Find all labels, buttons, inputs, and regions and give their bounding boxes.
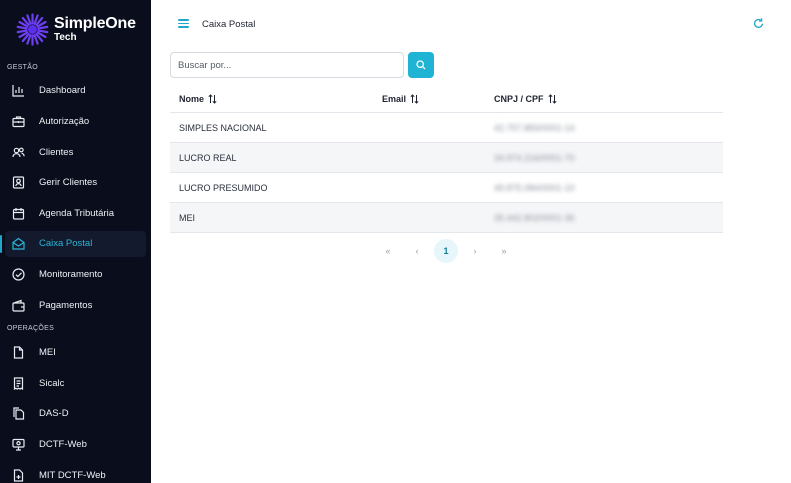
check-circle-icon [12,268,25,281]
first-page-button[interactable]: « [376,239,400,263]
sidebar-item-caixa-postal[interactable]: Caixa Postal [0,231,146,257]
search-input[interactable] [170,52,404,78]
table-row[interactable]: SIMPLES NACIONAL 42.757.883/0001-14 [170,113,723,143]
brand-name: SimpleOne [54,15,136,32]
brand-logo[interactable]: SimpleOne Tech [16,13,146,49]
sidebar-item-label: Gerir Clientes [39,177,98,188]
file-icon [13,346,24,359]
column-header-label: Email [382,94,407,104]
sidebar-item-label: Autorização [39,116,90,127]
column-header-cnpj-cpf[interactable]: CNPJ / CPF [494,94,557,104]
table-row[interactable]: LUCRO REAL 34.974.216/0001-70 [170,143,723,173]
files-icon [13,407,25,420]
sidebar-item-gerir-clientes[interactable]: Gerir Clientes [5,170,146,196]
contact-card-icon [12,176,25,189]
mail-open-icon [12,237,25,250]
search-button[interactable] [408,52,434,78]
sort-icon [547,94,557,104]
sidebar-item-label: MIT DCTF-Web [39,470,106,481]
search-icon [416,60,426,70]
next-page-button[interactable]: › [463,239,487,263]
sidebar-item-label: Dashboard [39,85,86,96]
bar-chart-icon [12,85,24,97]
sort-icon [410,94,419,104]
sidebar-item-sicalc[interactable]: Sicalc [5,371,146,397]
sidebar-item-label: Agenda Tributária [39,208,114,219]
calendar-icon [12,208,25,220]
table-row[interactable]: LUCRO PRESUMIDO 49.875.084/0001-10 [170,173,723,203]
briefcase-icon [12,116,25,128]
column-header-label: Nome [179,94,205,104]
sidebar-item-pagamentos[interactable]: Pagamentos [5,293,146,319]
page-title: Caixa Postal [202,19,256,30]
table-row[interactable]: MEI 35.442.802/0001-36 [170,203,723,233]
column-header-nome[interactable]: Nome [179,94,217,104]
sidebar-item-das-d[interactable]: DAS-D [5,401,146,427]
cell-cnpj: 42.757.883/0001-14 [494,123,575,133]
brand-sub: Tech [54,32,77,43]
page-button-current[interactable]: 1 [434,239,458,263]
sidebar-item-label: Clientes [39,147,74,158]
file-plus-icon [13,469,24,482]
cell-nome: SIMPLES NACIONAL [179,123,267,133]
menu-toggle-icon[interactable] [178,19,189,28]
sidebar-item-label: Monitoramento [39,269,103,280]
last-page-button[interactable]: » [492,239,516,263]
refresh-icon[interactable] [753,18,764,29]
sidebar-item-dashboard[interactable]: Dashboard [5,78,146,104]
cell-nome: LUCRO REAL [179,153,237,163]
sidebar-item-label: Caixa Postal [39,238,93,249]
sidebar-item-label: MEI [39,347,56,358]
sidebar-item-label: Pagamentos [39,300,93,311]
cell-cnpj: 49.875.084/0001-10 [494,183,575,193]
wallet-icon [12,299,25,312]
users-icon [12,147,25,158]
column-header-email[interactable]: Email [382,94,419,104]
column-header-label: CNPJ / CPF [494,94,544,104]
receipt-icon [13,377,24,390]
section-label-gestao: GESTÃO [7,64,38,71]
cell-nome: LUCRO PRESUMIDO [179,183,268,193]
sidebar-item-mit-dctf-web[interactable]: MIT DCTF-Web [5,463,146,483]
sidebar-item-monitoramento[interactable]: Monitoramento [5,262,146,288]
sidebar-item-dctf-web[interactable]: DCTF-Web [5,432,146,458]
clients-table: Nome Email CNPJ / CPF SIMPLES NACIONAL 4… [170,84,723,233]
sidebar-item-clientes[interactable]: Clientes [5,140,146,166]
cell-nome: MEI [179,213,196,223]
sidebar-item-label: Sicalc [39,378,65,389]
sidebar-item-label: DAS-D [39,408,69,419]
prev-page-button[interactable]: ‹ [405,239,429,263]
cell-cnpj: 35.442.802/0001-36 [494,213,575,223]
sidebar-item-label: DCTF-Web [39,439,87,450]
table-header: Nome Email CNPJ / CPF [170,84,723,113]
section-label-operacoes: OPERAÇÕES [7,325,55,332]
sidebar: SimpleOne Tech GESTÃO Dashboard Autoriza… [0,0,151,483]
cell-cnpj: 34.974.216/0001-70 [494,153,575,163]
monitor-icon [12,438,25,451]
sidebar-item-agenda-tributaria[interactable]: Agenda Tributária [5,201,146,227]
brand-logo-icon [16,13,49,46]
sidebar-item-autorizacao[interactable]: Autorização [5,109,146,135]
sort-icon [208,94,217,104]
sidebar-item-mei[interactable]: MEI [5,340,146,366]
